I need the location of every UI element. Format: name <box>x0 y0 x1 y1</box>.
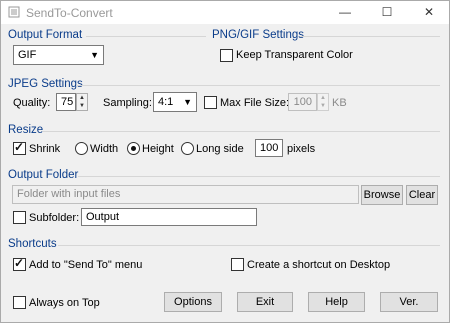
maximize-button[interactable]: ☐ <box>372 1 402 24</box>
help-button[interactable]: Help <box>308 292 365 312</box>
title-bar: SendTo-Convert — ☐ ✕ <box>1 1 449 24</box>
subfolder-label: Subfolder: <box>29 212 80 224</box>
subfolder-input[interactable]: Output <box>81 208 257 226</box>
height-radio-label: Height <box>142 143 174 155</box>
app-window: SendTo-Convert — ☐ ✕ Output Format GIF ▼… <box>0 0 450 323</box>
always-on-top-label: Always on Top <box>29 297 100 309</box>
close-button[interactable]: ✕ <box>414 1 444 24</box>
sampling-select[interactable]: 4:1 ▼ <box>153 92 197 112</box>
browse-button[interactable]: Browse <box>361 185 403 205</box>
window-title: SendTo-Convert <box>26 6 113 20</box>
output-format-title: Output Format <box>8 29 83 41</box>
divider <box>43 131 440 132</box>
output-format-value: GIF <box>18 49 37 61</box>
long-side-radio[interactable] <box>181 142 194 155</box>
width-radio-label: Width <box>90 143 119 155</box>
divider <box>86 36 206 37</box>
shrink-label: Shrink <box>29 143 61 155</box>
png-gif-title: PNG/GIF Settings <box>212 29 305 41</box>
exit-button[interactable]: Exit <box>237 292 293 312</box>
chevron-down-icon: ▼ <box>90 50 99 60</box>
subfolder-checkbox[interactable] <box>13 211 26 224</box>
desktop-shortcut-label: Create a shortcut on Desktop <box>247 259 391 271</box>
pixels-unit: pixels <box>287 143 316 155</box>
divider <box>78 176 440 177</box>
quality-spinner[interactable]: ▲ ▼ <box>76 93 88 111</box>
max-file-size-checkbox[interactable] <box>204 96 217 109</box>
minimize-button[interactable]: — <box>330 1 360 24</box>
keep-transparent-checkbox[interactable] <box>220 49 233 62</box>
max-file-size-label: Max File Size: <box>220 97 290 109</box>
desktop-shortcut-checkbox[interactable] <box>231 258 244 271</box>
width-radio[interactable] <box>75 142 88 155</box>
divider <box>300 36 440 37</box>
sampling-value: 4:1 <box>158 96 174 108</box>
quality-label: Quality: <box>13 97 51 109</box>
sendto-checkbox[interactable] <box>13 256 26 271</box>
output-folder-title: Output Folder <box>8 169 79 181</box>
height-radio[interactable] <box>127 142 140 155</box>
keep-transparent-label: Keep Transparent Color <box>236 49 353 61</box>
divider <box>76 85 440 86</box>
sampling-label: Sampling: <box>103 97 152 109</box>
output-format-select[interactable]: GIF ▼ <box>13 45 104 65</box>
long-side-radio-label: Long side <box>196 143 244 155</box>
clear-button[interactable]: Clear <box>406 185 438 205</box>
resize-title: Resize <box>8 124 44 136</box>
app-icon <box>8 6 20 18</box>
shortcuts-title: Shortcuts <box>8 238 57 250</box>
max-file-size-spinner[interactable]: ▲ ▼ <box>317 93 329 111</box>
pixels-input[interactable]: 100 <box>255 139 283 157</box>
chevron-down-icon: ▼ <box>183 97 192 107</box>
options-button[interactable]: Options <box>164 292 222 312</box>
shrink-checkbox[interactable] <box>13 140 26 155</box>
max-file-size-input[interactable]: 100 <box>288 93 317 111</box>
kb-unit: KB <box>332 97 347 109</box>
quality-input[interactable]: 75 <box>56 93 76 111</box>
ver-button[interactable]: Ver. <box>380 292 438 312</box>
sendto-label: Add to "Send To" menu <box>29 259 143 271</box>
divider <box>58 245 440 246</box>
jpeg-settings-title: JPEG Settings <box>8 78 83 90</box>
output-folder-input[interactable]: Folder with input files <box>12 185 359 204</box>
always-on-top-checkbox[interactable] <box>13 296 26 309</box>
